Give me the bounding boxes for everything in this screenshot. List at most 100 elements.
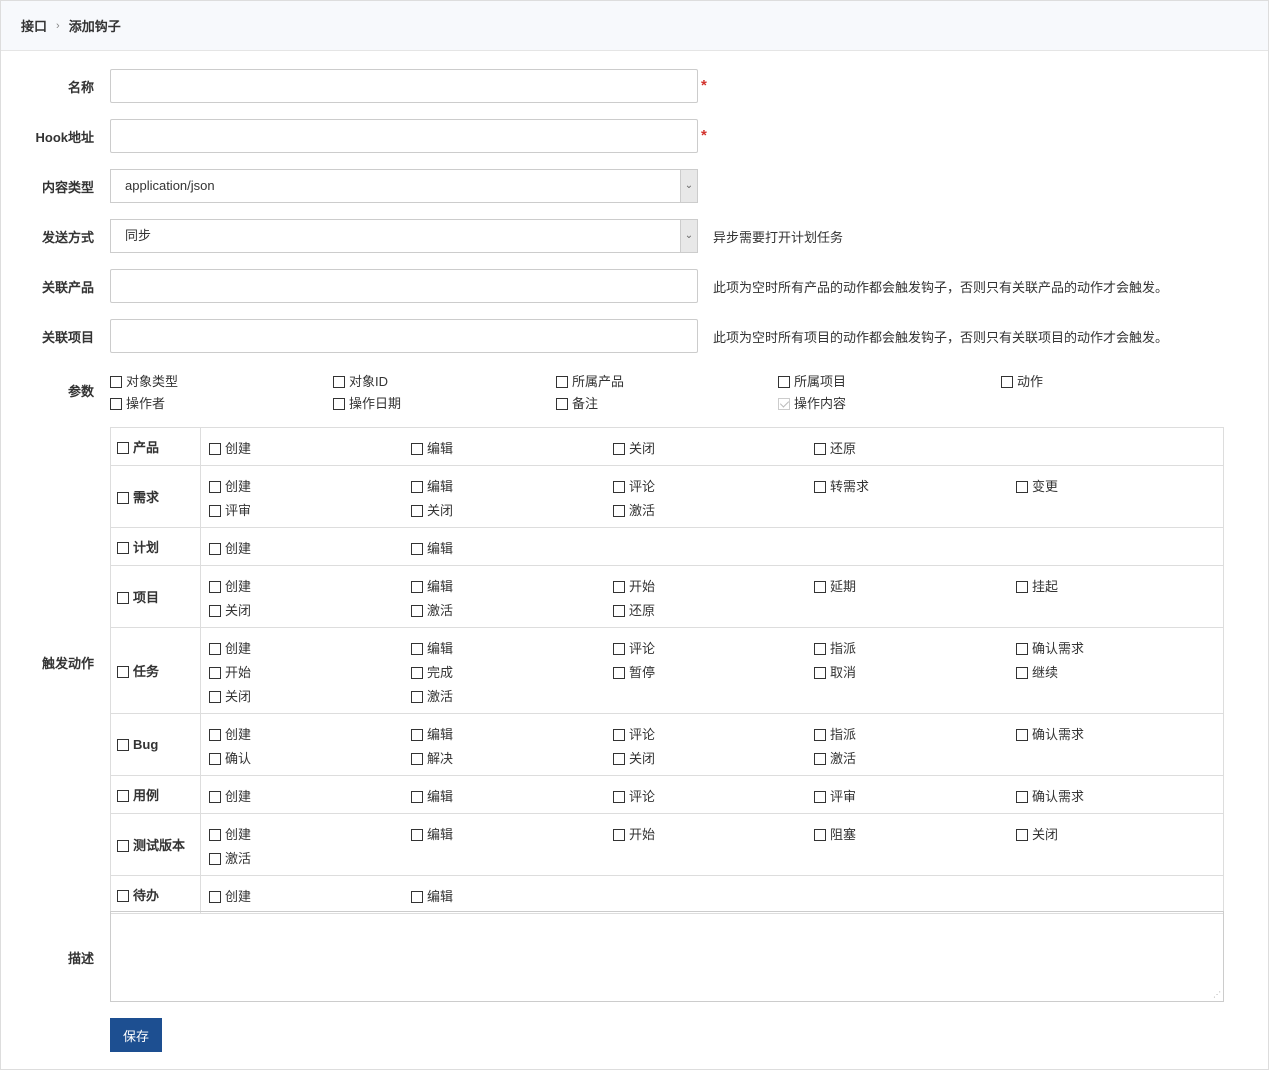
action-checkbox[interactable]: 激活 bbox=[411, 600, 613, 619]
resize-handle-icon[interactable]: ⋰ bbox=[1213, 990, 1221, 999]
hook-url-input[interactable] bbox=[110, 119, 698, 153]
action-checkbox[interactable]: 确认 bbox=[209, 748, 411, 767]
action-label: 还原 bbox=[830, 441, 857, 456]
action-checkbox[interactable]: 完成 bbox=[411, 662, 613, 681]
module-checkbox[interactable]: 任务 bbox=[117, 664, 159, 679]
action-checkbox[interactable]: 变更 bbox=[1016, 476, 1218, 495]
param-checkbox[interactable]: 所属项目 bbox=[778, 371, 846, 390]
action-checkbox[interactable]: 关闭 bbox=[209, 686, 411, 705]
action-label: 编辑 bbox=[427, 541, 454, 556]
action-checkbox[interactable]: 创建 bbox=[209, 576, 411, 595]
action-checkbox[interactable]: 激活 bbox=[411, 686, 613, 705]
action-checkbox[interactable]: 激活 bbox=[613, 500, 814, 519]
action-checkbox[interactable]: 编辑 bbox=[411, 786, 613, 805]
breadcrumb-parent-link[interactable]: 接口 bbox=[21, 16, 47, 35]
action-checkbox[interactable]: 确认需求 bbox=[1016, 724, 1218, 743]
action-checkbox[interactable]: 评审 bbox=[209, 500, 411, 519]
param-checkbox[interactable]: 操作日期 bbox=[333, 393, 401, 412]
action-checkbox[interactable]: 评论 bbox=[613, 786, 814, 805]
action-checkbox[interactable]: 创建 bbox=[209, 786, 411, 805]
action-checkbox[interactable]: 评论 bbox=[613, 476, 814, 495]
action-checkbox[interactable]: 创建 bbox=[209, 476, 411, 495]
action-label: 编辑 bbox=[427, 579, 454, 594]
action-checkbox[interactable]: 开始 bbox=[613, 576, 814, 595]
action-checkbox[interactable]: 创建 bbox=[209, 724, 411, 743]
action-checkbox[interactable]: 激活 bbox=[814, 748, 1016, 767]
action-checkbox[interactable]: 确认需求 bbox=[1016, 786, 1218, 805]
checkbox-icon bbox=[411, 691, 423, 703]
content-type-select[interactable]: application/json ⌄ bbox=[110, 169, 698, 203]
action-module-row: 项目 创建 编辑 开始 延期 挂起关闭 激活 还原 bbox=[110, 565, 1224, 628]
action-label: 转需求 bbox=[830, 479, 870, 494]
breadcrumb: 接口 › 添加钩子 bbox=[1, 1, 1268, 51]
action-label: 确认需求 bbox=[1032, 789, 1085, 804]
action-checkbox[interactable]: 关闭 bbox=[613, 438, 814, 457]
action-label: 开始 bbox=[225, 665, 252, 680]
name-input[interactable] bbox=[110, 69, 698, 103]
action-checkbox[interactable]: 创建 bbox=[209, 538, 411, 557]
module-cell: 需求 bbox=[110, 465, 201, 528]
save-button[interactable]: 保存 bbox=[110, 1018, 162, 1052]
action-checkbox[interactable]: 延期 bbox=[814, 576, 1016, 595]
breadcrumb-separator-icon: › bbox=[56, 19, 60, 32]
action-checkbox[interactable]: 编辑 bbox=[411, 724, 613, 743]
module-checkbox[interactable]: 产品 bbox=[117, 440, 159, 455]
action-checkbox[interactable]: 继续 bbox=[1016, 662, 1218, 681]
module-checkbox[interactable]: 用例 bbox=[117, 788, 159, 803]
action-checkbox[interactable]: 开始 bbox=[209, 662, 411, 681]
action-checkbox[interactable]: 暂停 bbox=[613, 662, 814, 681]
action-checkbox[interactable]: 指派 bbox=[814, 724, 1016, 743]
module-checkbox[interactable]: Bug bbox=[117, 737, 158, 752]
action-checkbox[interactable]: 转需求 bbox=[814, 476, 1016, 495]
param-checkbox[interactable]: 操作者 bbox=[110, 393, 165, 412]
action-checkbox[interactable]: 编辑 bbox=[411, 824, 613, 843]
module-checkbox[interactable]: 待办 bbox=[117, 888, 159, 903]
action-checkbox[interactable]: 创建 bbox=[209, 824, 411, 843]
action-checkbox[interactable]: 指派 bbox=[814, 638, 1016, 657]
action-checkbox[interactable]: 创建 bbox=[209, 638, 411, 657]
param-checkbox[interactable]: 对象类型 bbox=[110, 371, 178, 390]
action-module-row: Bug 创建 编辑 评论 指派 确认需求确认 解决 关闭 激活 bbox=[110, 713, 1224, 776]
action-checkbox[interactable]: 创建 bbox=[209, 886, 411, 905]
action-checkbox[interactable]: 阻塞 bbox=[814, 824, 1016, 843]
module-cell: 待办 bbox=[110, 875, 201, 914]
param-checkbox[interactable]: 对象ID bbox=[333, 371, 388, 390]
projects-input[interactable] bbox=[110, 319, 698, 353]
action-checkbox[interactable]: 评审 bbox=[814, 786, 1016, 805]
module-checkbox[interactable]: 计划 bbox=[117, 540, 159, 555]
module-checkbox[interactable]: 项目 bbox=[117, 590, 159, 605]
action-checkbox[interactable]: 开始 bbox=[613, 824, 814, 843]
action-checkbox[interactable]: 还原 bbox=[613, 600, 814, 619]
action-checkbox[interactable]: 关闭 bbox=[209, 600, 411, 619]
action-checkbox[interactable]: 编辑 bbox=[411, 638, 613, 657]
module-checkbox[interactable]: 测试版本 bbox=[117, 838, 185, 853]
desc-textarea[interactable]: ⋰ bbox=[110, 911, 1224, 1002]
action-checkbox[interactable]: 取消 bbox=[814, 662, 1016, 681]
action-checkbox[interactable]: 解决 bbox=[411, 748, 613, 767]
action-checkbox[interactable]: 创建 bbox=[209, 438, 411, 457]
param-checkbox[interactable]: 备注 bbox=[556, 393, 598, 412]
action-checkbox[interactable]: 编辑 bbox=[411, 886, 613, 905]
action-module-row: 需求 创建 编辑 评论 转需求 变更评审 关闭 激活 bbox=[110, 465, 1224, 528]
action-checkbox[interactable]: 编辑 bbox=[411, 476, 613, 495]
param-checkbox[interactable]: 所属产品 bbox=[556, 371, 624, 390]
action-label: 激活 bbox=[427, 689, 454, 704]
action-checkbox[interactable]: 编辑 bbox=[411, 538, 613, 557]
action-checkbox[interactable]: 还原 bbox=[814, 438, 1016, 457]
action-checkbox[interactable]: 编辑 bbox=[411, 576, 613, 595]
action-checkbox[interactable]: 挂起 bbox=[1016, 576, 1218, 595]
module-checkbox[interactable]: 需求 bbox=[117, 490, 159, 505]
send-type-select[interactable]: 同步 ⌄ bbox=[110, 219, 698, 253]
action-checkbox[interactable]: 关闭 bbox=[1016, 824, 1218, 843]
checkbox-icon bbox=[411, 605, 423, 617]
checkbox-icon bbox=[814, 481, 826, 493]
action-checkbox[interactable]: 关闭 bbox=[411, 500, 613, 519]
products-input[interactable] bbox=[110, 269, 698, 303]
action-checkbox[interactable]: 激活 bbox=[209, 848, 411, 867]
action-checkbox[interactable]: 评论 bbox=[613, 724, 814, 743]
action-checkbox[interactable]: 评论 bbox=[613, 638, 814, 657]
action-checkbox[interactable]: 编辑 bbox=[411, 438, 613, 457]
action-checkbox[interactable]: 确认需求 bbox=[1016, 638, 1218, 657]
action-checkbox[interactable]: 关闭 bbox=[613, 748, 814, 767]
param-checkbox[interactable]: 动作 bbox=[1001, 371, 1043, 390]
